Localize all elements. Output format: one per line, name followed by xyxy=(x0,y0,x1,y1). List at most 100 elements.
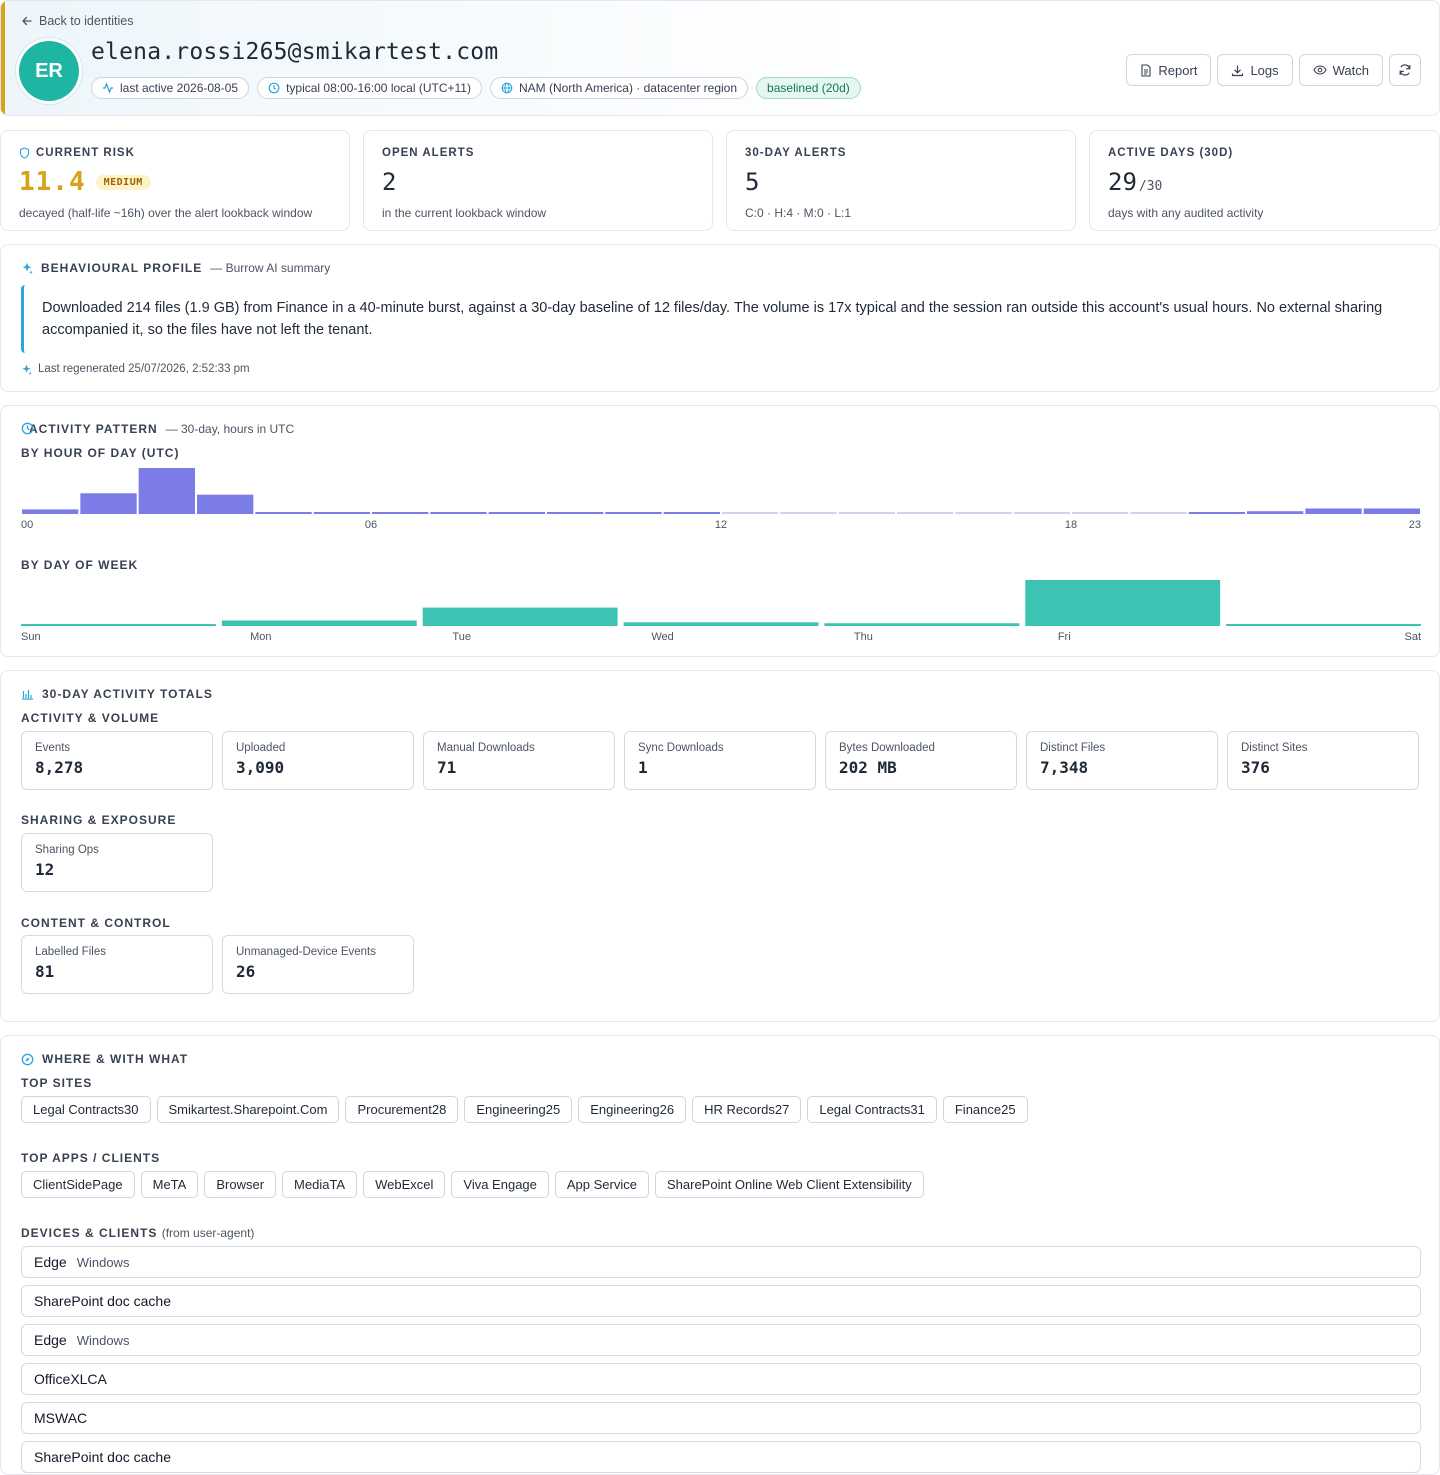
tick-label: Tue xyxy=(452,631,471,643)
typical-hours-chip: typical 08:00-16:00 local (UTC+11) xyxy=(257,77,482,99)
tile-distinct-sites: Distinct Sites 376 xyxy=(1227,731,1419,790)
risk-accent-bar xyxy=(1,1,5,115)
app-tag[interactable]: MeTA xyxy=(140,1171,199,1198)
site-tag[interactable]: Legal Contracts30 xyxy=(21,1096,151,1123)
tile-manual-downloads: Manual Downloads 71 xyxy=(423,731,615,790)
app-tag[interactable]: Browser xyxy=(204,1171,277,1198)
day-bar xyxy=(623,622,819,626)
tick-label: 23 xyxy=(1409,519,1421,531)
tick-label: Thu xyxy=(854,631,873,643)
hour-bar xyxy=(255,512,312,514)
app-tag[interactable]: Viva Engage xyxy=(451,1171,549,1198)
behavioural-profile-section: BEHAVIOURAL PROFILE — Burrow AI summary … xyxy=(0,244,1440,392)
risk-level-badge: MEDIUM xyxy=(95,174,151,190)
hour-bar xyxy=(547,512,604,514)
site-tag[interactable]: HR Records27 xyxy=(692,1096,802,1123)
hour-chart-title: BY HOUR OF DAY (UTC) xyxy=(21,446,180,460)
hour-bar xyxy=(838,512,895,514)
hour-bar xyxy=(22,509,79,514)
behavioural-title: BEHAVIOURAL PROFILE xyxy=(41,261,203,275)
tile-sync-downloads: Sync Downloads 1 xyxy=(624,731,816,790)
hour-bar xyxy=(80,493,137,514)
stat-30-day-alerts: 30-DAY ALERTS 5 C:0 · H:4 · M:0 · L:1 xyxy=(726,130,1076,231)
hour-bar xyxy=(722,512,779,514)
site-tag[interactable]: Engineering25 xyxy=(464,1096,573,1123)
top-sites-list: Legal Contracts30 Smikartest.Sharepoint.… xyxy=(21,1096,1028,1123)
device-row: SharePoint doc cache xyxy=(21,1285,1421,1317)
active-days-denominator: /30 xyxy=(1138,178,1163,194)
app-tag[interactable]: App Service xyxy=(554,1171,649,1198)
avatar: ER xyxy=(19,41,79,101)
hour-bar xyxy=(663,512,720,514)
hour-bar xyxy=(1013,512,1070,514)
hour-bar xyxy=(780,512,837,514)
activity-totals-section: 30-DAY ACTIVITY TOTALS ACTIVITY & VOLUME… xyxy=(0,670,1440,1022)
day-bar xyxy=(422,607,618,626)
hour-bar xyxy=(605,512,662,514)
shield-icon xyxy=(19,147,30,159)
hour-bar xyxy=(488,512,545,514)
refresh-button[interactable] xyxy=(1389,54,1421,86)
tick-label: 18 xyxy=(1065,519,1077,531)
site-tag[interactable]: Finance25 xyxy=(942,1096,1028,1123)
sparkle-icon xyxy=(21,364,32,375)
hour-bar xyxy=(430,512,487,514)
back-link[interactable]: Back to identities xyxy=(21,14,134,28)
tick-label: 00 xyxy=(21,519,33,531)
site-tag[interactable]: Procurement28 xyxy=(345,1096,459,1123)
tile-distinct-files: Distinct Files 7,348 xyxy=(1026,731,1218,790)
hour-bar xyxy=(1188,512,1245,514)
stat-current-risk: CURRENT RISK 11.4 MEDIUM decayed (half-l… xyxy=(0,130,350,231)
hour-bar xyxy=(955,512,1012,514)
tick-label: 06 xyxy=(365,519,377,531)
sparkle-icon xyxy=(21,262,33,274)
tile-sharing-ops: Sharing Ops 12 xyxy=(21,833,213,892)
day-bar xyxy=(1226,624,1421,626)
day-bar xyxy=(824,623,1020,626)
eye-icon xyxy=(1313,65,1327,75)
device-row: SharePoint doc cache xyxy=(21,1441,1421,1473)
site-tag[interactable]: Smikartest.Sharepoint.Com xyxy=(156,1096,340,1123)
top-apps-list: ClientSidePage MeTA Browser MediaTA WebE… xyxy=(21,1171,924,1198)
active-days-count: 29 xyxy=(1108,168,1137,196)
hour-bar xyxy=(138,468,195,514)
tick-label: Fri xyxy=(1058,631,1071,643)
tick-label: Mon xyxy=(250,631,271,643)
regenerated-timestamp: Last regenerated 25/07/2026, 2:52:33 pm xyxy=(21,363,250,375)
app-tag[interactable]: MediaTA xyxy=(282,1171,358,1198)
tile-events: Events 8,278 xyxy=(21,731,213,790)
app-tag[interactable]: WebExcel xyxy=(363,1171,446,1198)
hour-bar xyxy=(1363,508,1420,514)
hour-bar xyxy=(1247,511,1304,514)
tile-bytes-downloaded: Bytes Downloaded 202 MB xyxy=(825,731,1017,790)
site-tag[interactable]: Engineering26 xyxy=(578,1096,687,1123)
tick-label: Sat xyxy=(1404,631,1421,643)
tile-labelled-files: Labelled Files 81 xyxy=(21,935,213,994)
app-tag[interactable]: ClientSidePage xyxy=(21,1171,135,1198)
document-icon xyxy=(1140,63,1152,77)
tick-label: Wed xyxy=(651,631,673,643)
download-icon xyxy=(1231,64,1244,77)
site-tag[interactable]: Legal Contracts31 xyxy=(807,1096,937,1123)
app-tag[interactable]: SharePoint Online Web Client Extensibili… xyxy=(654,1171,924,1198)
device-row: Edge Windows xyxy=(21,1246,1421,1278)
risk-score: 11.4 xyxy=(19,167,86,197)
region-chip: NAM (North America) · datacenter region xyxy=(489,77,749,99)
globe-icon xyxy=(501,82,513,94)
activity-pattern-section: ACTIVITY PATTERN — 30-day, hours in UTC … xyxy=(0,405,1440,657)
report-button[interactable]: Report xyxy=(1126,54,1212,86)
device-row: MSWAC xyxy=(21,1402,1421,1434)
device-row: OfficeXLCA xyxy=(21,1363,1421,1395)
hour-bar xyxy=(313,512,370,514)
hour-bar xyxy=(897,512,954,514)
day-bar xyxy=(221,620,417,626)
device-row: Edge Windows xyxy=(21,1324,1421,1356)
hour-bar xyxy=(1130,512,1187,514)
stat-open-alerts: OPEN ALERTS 2 in the current lookback wi… xyxy=(363,130,713,231)
open-alerts-count: 2 xyxy=(382,168,397,196)
hour-bar xyxy=(1072,512,1129,514)
activity-charts: 00 06 12 18 23 Sun Mon Tue Wed Thu Fri Sat xyxy=(21,468,1421,643)
watch-button[interactable]: Watch xyxy=(1298,54,1383,86)
logs-button[interactable]: Logs xyxy=(1217,54,1293,86)
identity-chips: last active 2026-08-05 typical 08:00-16:… xyxy=(91,77,861,99)
